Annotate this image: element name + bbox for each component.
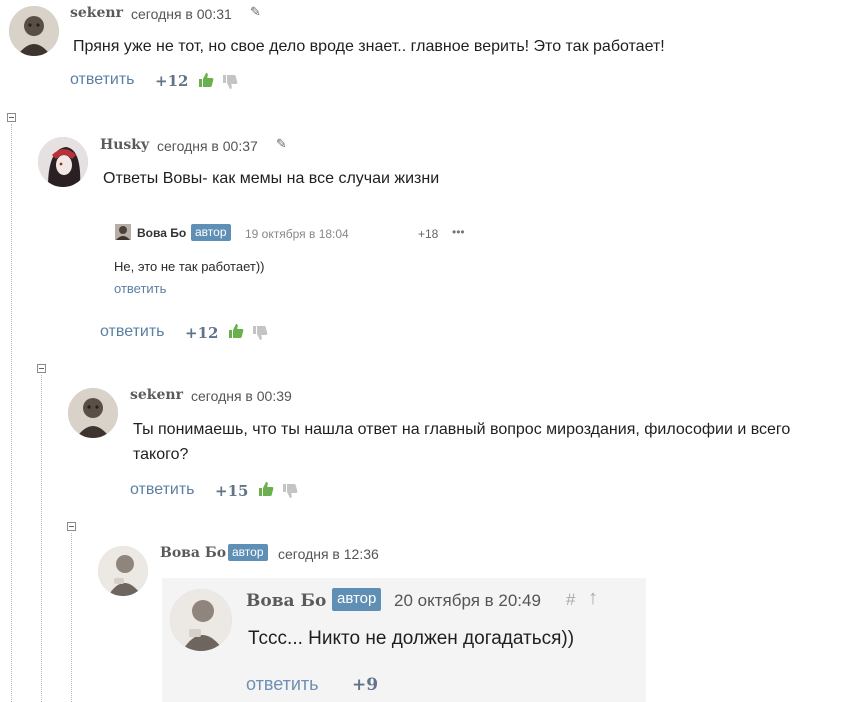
hash-link-icon: # — [566, 590, 576, 609]
comment-text: Пряня уже не тот, но свое дело вроде зна… — [73, 38, 665, 55]
thumbs-up-icon[interactable] — [198, 72, 214, 88]
arrow-up-icon: ↑ — [588, 587, 598, 609]
thumbs-down-icon[interactable] — [222, 74, 238, 90]
reply-link[interactable]: ответить — [100, 323, 165, 341]
avatar[interactable] — [68, 388, 118, 438]
comment-username[interactable]: Husky — [100, 137, 149, 153]
collapse-minus-icon[interactable] — [7, 113, 16, 122]
comment-text-line: Ты понимаешь, что ты нашла ответ на глав… — [133, 421, 791, 438]
pencil-icon[interactable]: ✎ — [276, 136, 287, 152]
embedded-comment-screenshot: Вова Бо автор 20 октября в 20:49 # ↑ Тсс… — [162, 578, 646, 702]
pencil-icon[interactable]: ✎ — [250, 4, 261, 20]
embedded-username: Вова Бо — [246, 591, 327, 611]
comment-username[interactable]: Вова Бо — [160, 545, 226, 561]
author-badge: автор — [332, 588, 382, 611]
reply-link[interactable]: ответить — [130, 481, 195, 499]
more-icon: ••• — [452, 225, 465, 239]
embedded-datetime: 20 октября в 20:49 — [394, 591, 541, 610]
avatar — [170, 589, 232, 651]
thumbs-down-icon[interactable] — [282, 483, 298, 499]
comment-datetime[interactable]: сегодня в 00:39 — [191, 388, 292, 404]
thread-line — [11, 124, 12, 702]
reply-link[interactable]: ответить — [70, 71, 135, 89]
avatar[interactable] — [98, 546, 148, 596]
embedded-datetime: 19 октября в 18:04 — [245, 227, 349, 241]
comment-datetime[interactable]: сегодня в 00:31 — [131, 6, 232, 22]
comment-datetime[interactable]: сегодня в 00:37 — [157, 138, 258, 154]
comment-rating: +12 — [185, 324, 219, 342]
avatar[interactable] — [38, 137, 88, 187]
thumbs-down-icon[interactable] — [252, 325, 268, 341]
embedded-comment-screenshot: Вова Бо автор 19 октября в 18:04 +18 •••… — [110, 220, 490, 302]
embedded-username: Вова Бо — [137, 226, 187, 240]
thread-line — [41, 375, 42, 702]
thread-line — [71, 533, 72, 702]
comment-rating: +12 — [155, 72, 189, 90]
author-badge: автор — [228, 544, 268, 561]
comment-text-line: такого? — [133, 446, 189, 463]
avatar[interactable] — [9, 6, 59, 56]
comment-text: Ответы Вовы- как мемы на все случаи жизн… — [103, 170, 440, 187]
embedded-reply-link: ответить — [246, 674, 319, 694]
comment-username[interactable]: sekenr — [70, 5, 123, 21]
collapse-minus-icon[interactable] — [67, 522, 76, 531]
comment-rating: +15 — [215, 482, 249, 500]
avatar — [115, 224, 131, 240]
embedded-rating: +9 — [352, 675, 379, 695]
embedded-text: Не, это не так работает)) — [114, 259, 265, 274]
embedded-rating: +18 — [418, 227, 439, 241]
thumbs-up-icon[interactable] — [258, 481, 274, 497]
comment-datetime[interactable]: сегодня в 12:36 — [278, 546, 379, 562]
embedded-text: Тссс... Никто не должен догадаться)) — [248, 628, 575, 649]
comment-username[interactable]: sekenr — [130, 387, 183, 403]
thumbs-up-icon[interactable] — [228, 323, 244, 339]
author-badge: автор — [191, 224, 231, 241]
collapse-minus-icon[interactable] — [37, 364, 46, 373]
embedded-reply-link: ответить — [114, 281, 167, 296]
